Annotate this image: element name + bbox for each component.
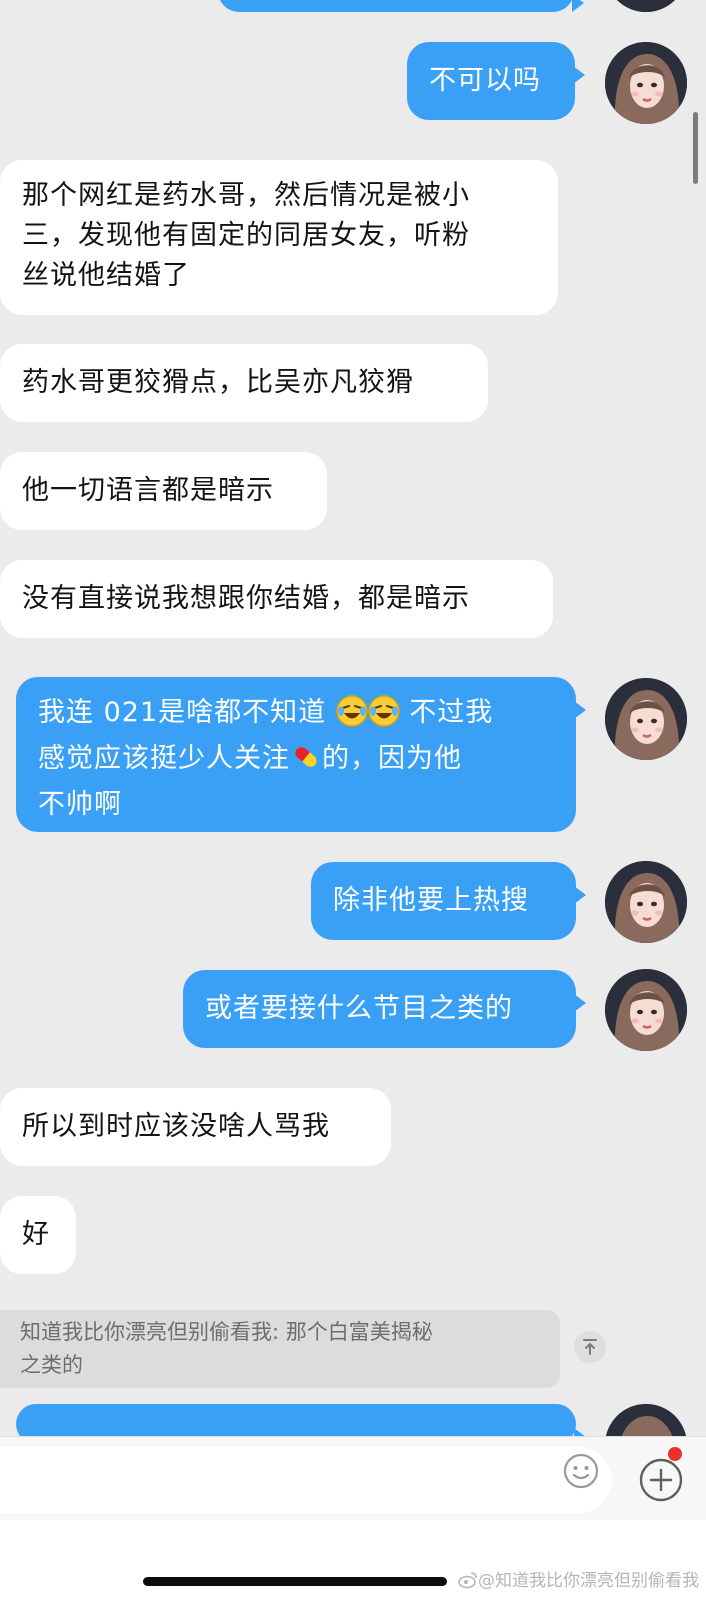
avatar[interactable] <box>605 0 687 12</box>
message-input-bar <box>0 1436 706 1521</box>
message-bubble-incoming[interactable]: 他一切语言都是暗示 <box>0 452 327 530</box>
message-text: 或者要接什么节目之类的 <box>205 993 513 1024</box>
message-text: 除非他要上热搜 <box>333 885 529 916</box>
message-bubble-incoming[interactable]: 药水哥更狡猾点，比吴亦凡狡猾 <box>0 344 488 422</box>
message-text: 药水哥更狡猾点，比吴亦凡狡猾 <box>22 367 414 398</box>
message-text: 他一切语言都是暗示 <box>22 475 274 506</box>
message-text: 我连 021是啥都不知道 <box>38 697 327 728</box>
message-bubble-incoming[interactable]: 好 <box>0 1196 76 1274</box>
message-text-line: 三，发现他有固定的同居女友，听粉 <box>22 220 470 251</box>
message-text-line: 那个网红是药水哥，然后情况是被小 <box>22 180 470 211</box>
scrollbar[interactable] <box>693 112 698 184</box>
plus-icon[interactable] <box>638 1457 684 1503</box>
message-text: 不过我 <box>399 697 494 728</box>
quote-text-line: 知道我比你漂亮但别偷看我: 那个白富美揭秘 <box>20 1320 433 1344</box>
emoji-icon[interactable] <box>562 1452 600 1490</box>
watermark-text: @知道我比你漂亮但别偷看我 <box>478 1571 699 1591</box>
avatar[interactable] <box>605 861 687 943</box>
message-bubble-outgoing[interactable]: 不可以吗 <box>407 42 585 120</box>
avatar[interactable] <box>605 969 687 1051</box>
message-text: 不可以吗 <box>429 65 541 96</box>
message-bubble-partial[interactable] <box>218 0 584 12</box>
scroll-top-icon[interactable] <box>574 1331 606 1363</box>
message-bubble-outgoing[interactable]: 除非他要上热搜 <box>311 862 586 940</box>
message-bubble-incoming[interactable]: 那个网红是药水哥，然后情况是被小 三，发现他有固定的同居女友，听粉 丝说他结婚了 <box>0 160 558 315</box>
home-indicator[interactable] <box>143 1577 447 1586</box>
message-text: 所以到时应该没啥人骂我 <box>22 1111 330 1142</box>
notification-badge <box>668 1447 682 1461</box>
watermark: @知道我比你漂亮但别偷看我 <box>458 1566 699 1594</box>
avatar[interactable] <box>605 42 687 124</box>
message-input[interactable] <box>0 1447 612 1513</box>
message-text: 好 <box>22 1219 50 1250</box>
message-text-line: 丝说他结婚了 <box>22 260 190 291</box>
message-bubble-outgoing[interactable]: 或者要接什么节目之类的 <box>183 970 586 1048</box>
message-bubble-outgoing[interactable]: 我连 021是啥都不知道 不过我 感觉应该挺少人关注 的，因为他 不帅啊 <box>16 677 586 832</box>
avatar[interactable] <box>605 678 687 760</box>
weibo-logo-icon <box>458 1571 478 1594</box>
message-text: 感觉应该挺少人关注 <box>38 743 290 774</box>
message-text: 没有直接说我想跟你结婚，都是暗示 <box>22 583 470 614</box>
laughing-crying-emoji-icon <box>367 695 400 739</box>
quote-text-line: 之类的 <box>20 1353 83 1377</box>
message-bubble-incoming[interactable]: 所以到时应该没啥人骂我 <box>0 1088 391 1166</box>
laughing-crying-emoji-icon <box>335 695 368 739</box>
quoted-message[interactable]: 知道我比你漂亮但别偷看我: 那个白富美揭秘 之类的 <box>0 1310 560 1388</box>
message-bubble-incoming[interactable]: 没有直接说我想跟你结婚，都是暗示 <box>0 560 553 638</box>
message-text: 的，因为他 <box>322 743 462 774</box>
message-text-line: 不帅啊 <box>38 789 122 820</box>
pill-emoji-icon <box>290 741 322 785</box>
